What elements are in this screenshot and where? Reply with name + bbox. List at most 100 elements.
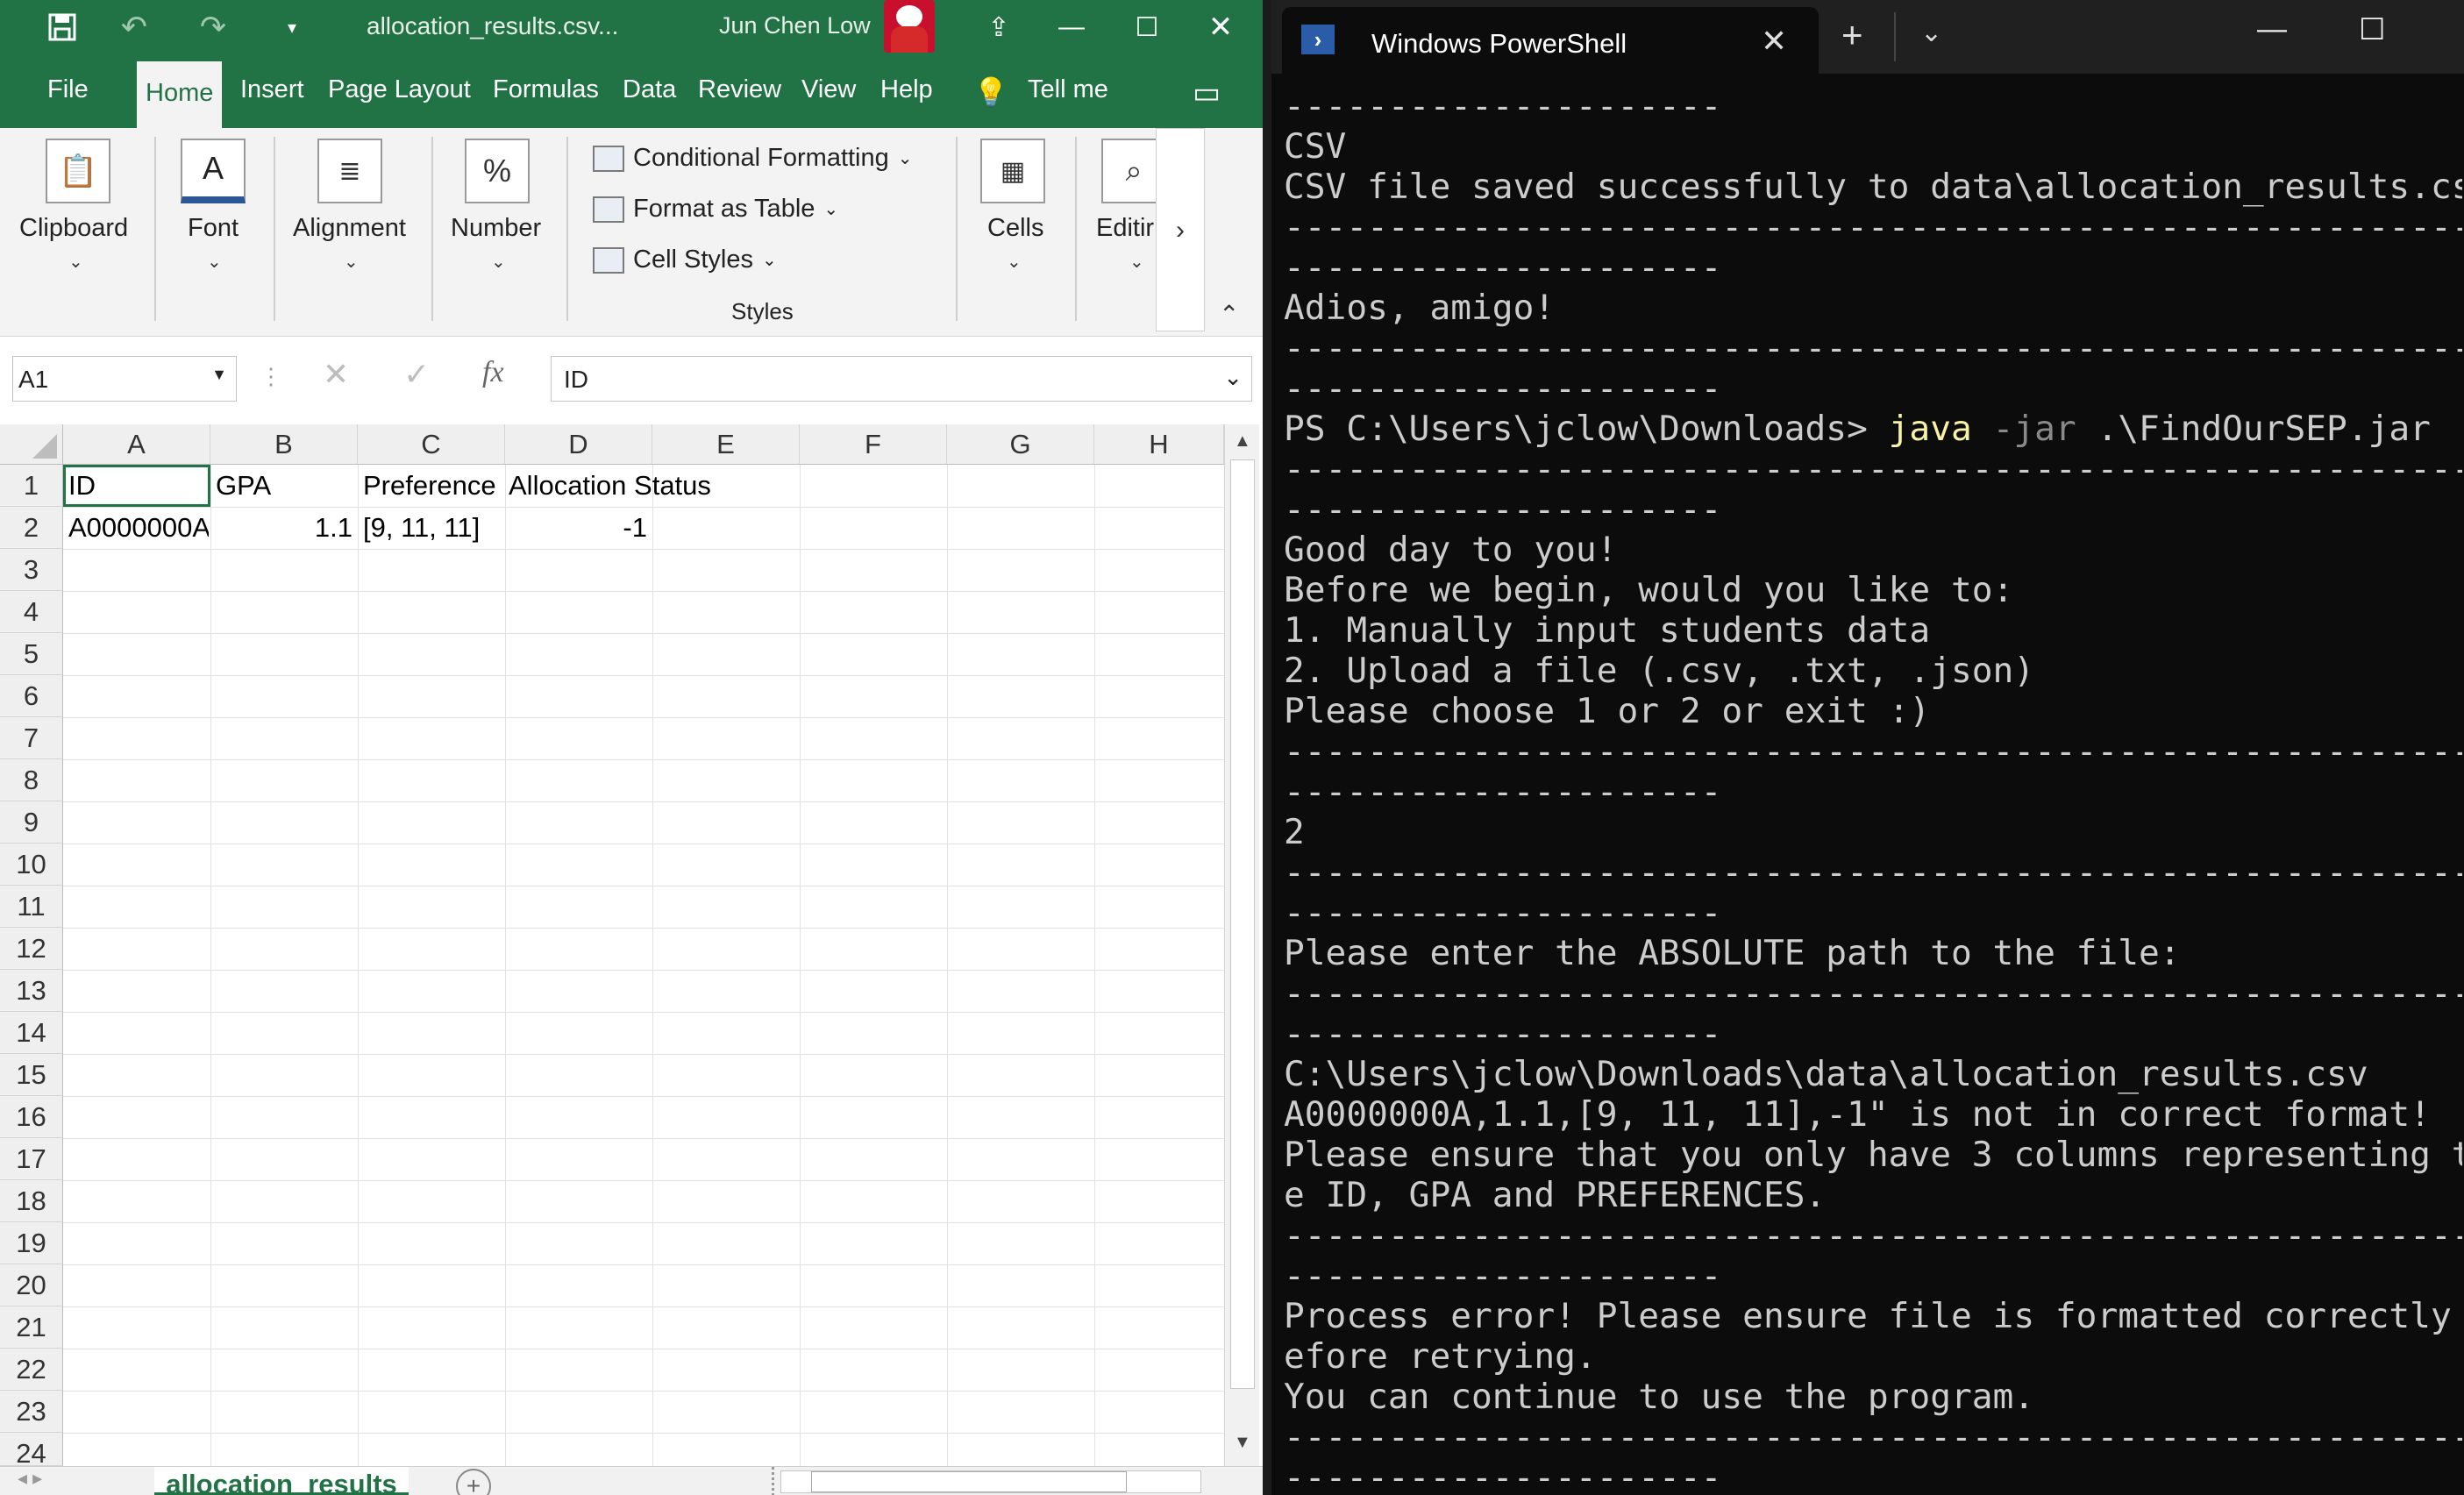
cell-c1[interactable]: Preference [363, 465, 510, 507]
ribbon-scroll-right-icon[interactable]: › [1156, 128, 1205, 331]
save-icon[interactable] [40, 5, 84, 49]
row-header[interactable]: 14 [0, 1012, 63, 1054]
cell-a1[interactable]: ID [68, 465, 209, 507]
window-divider[interactable] [1263, 0, 1271, 1495]
row-header[interactable]: 10 [0, 844, 63, 886]
minimize-icon[interactable]: — [2257, 12, 2287, 46]
fx-icon[interactable]: fx [482, 356, 504, 389]
cells-group[interactable]: ▦ Cells ⌄ [972, 128, 1059, 337]
comments-icon[interactable]: ▭ [1193, 75, 1221, 110]
terminal-output[interactable]: --------------------- CSV CSV file saved s… [1284, 86, 2462, 1495]
collapse-ribbon-icon[interactable]: ⌃ [1219, 300, 1239, 329]
row-header[interactable]: 12 [0, 928, 63, 970]
row-header[interactable]: 17 [0, 1138, 63, 1180]
scroll-down-icon[interactable]: ▼ [1234, 1433, 1251, 1453]
chevron-down-icon[interactable]: ⌄ [1920, 18, 1942, 48]
maximize-icon[interactable]: ☐ [2359, 12, 2385, 47]
new-tab-icon[interactable]: + [1841, 14, 1863, 56]
tab-home[interactable]: Home [137, 61, 223, 128]
customize-qat-icon[interactable]: ▾ [279, 5, 305, 49]
column-header-b[interactable]: B [210, 424, 358, 465]
tab-page-layout[interactable]: Page Layout [328, 75, 471, 104]
name-box[interactable]: A1 ▼ [12, 356, 237, 402]
row-header[interactable]: 11 [0, 886, 63, 928]
alignment-group[interactable]: ≣ Alignment ⌄ [289, 128, 421, 337]
cancel-icon[interactable]: ✕ [323, 356, 349, 393]
close-tab-icon[interactable]: ✕ [1761, 23, 1787, 60]
row-header[interactable]: 24 [0, 1433, 63, 1469]
maximize-icon[interactable]: ☐ [1112, 0, 1182, 54]
column-header-e[interactable]: E [652, 424, 800, 465]
row-header[interactable]: 3 [0, 549, 63, 591]
row-header[interactable]: 21 [0, 1306, 63, 1349]
tab-powershell[interactable]: › Windows PowerShell ✕ [1282, 7, 1819, 74]
column-header-c[interactable]: C [358, 424, 505, 465]
horizontal-scrollbar[interactable] [780, 1470, 1201, 1493]
row-header[interactable]: 1 [0, 465, 63, 507]
avatar[interactable] [884, 0, 935, 53]
cell-a2[interactable]: A0000000A [68, 507, 209, 549]
row-header[interactable]: 22 [0, 1349, 63, 1391]
row-header[interactable]: 13 [0, 970, 63, 1012]
number-group[interactable]: % Number ⌄ [447, 128, 561, 337]
tab-file[interactable]: File [47, 75, 89, 104]
row-header[interactable]: 2 [0, 507, 63, 549]
expand-formula-icon[interactable]: ⌄ [1223, 364, 1243, 391]
column-header-a[interactable]: A [63, 424, 210, 465]
conditional-formatting-button[interactable]: Conditional Formatting ⌄ [593, 144, 913, 173]
row-header[interactable]: 7 [0, 717, 63, 759]
chevron-down-icon[interactable]: ▼ [211, 366, 227, 384]
column-header-d[interactable]: D [505, 424, 652, 465]
redo-icon[interactable]: ↷ [182, 5, 244, 49]
sheet-prev-icon[interactable]: ◂ ▸ [18, 1467, 42, 1490]
enter-icon[interactable]: ✓ [403, 356, 430, 393]
tab-data[interactable]: Data [623, 75, 676, 104]
close-icon[interactable]: ✕ [1186, 0, 1256, 54]
cell-d1[interactable]: Allocation Status [509, 465, 798, 507]
row-header[interactable]: 15 [0, 1054, 63, 1096]
select-all-corner[interactable] [0, 424, 63, 465]
tab-help[interactable]: Help [880, 75, 933, 104]
user-name[interactable]: Jun Chen Low [719, 12, 871, 39]
row-header[interactable]: 23 [0, 1391, 63, 1433]
tab-tell-me[interactable]: Tell me [1028, 75, 1108, 104]
row-header[interactable]: 5 [0, 633, 63, 675]
cell-b1[interactable]: GPA [216, 465, 356, 507]
row-header[interactable]: 20 [0, 1264, 63, 1306]
scroll-thumb[interactable] [1230, 459, 1255, 1389]
undo-icon[interactable]: ↶ [103, 5, 165, 49]
row-header[interactable]: 9 [0, 801, 63, 844]
column-header-f[interactable]: F [800, 424, 947, 465]
row-header[interactable]: 16 [0, 1096, 63, 1138]
clipboard-group[interactable]: 📋 Clipboard ⌄ [18, 128, 140, 337]
tab-splitter[interactable] [772, 1467, 779, 1495]
scroll-up-icon[interactable]: ▲ [1234, 431, 1251, 452]
cell-b2[interactable]: 1.1 [216, 507, 353, 549]
minimize-icon[interactable]: — [1036, 0, 1107, 54]
vertical-scrollbar[interactable]: ▲ ▼ [1224, 424, 1259, 1468]
sheet-tab[interactable]: allocation_results [154, 1467, 409, 1495]
lightbulb-icon[interactable]: 💡 [973, 75, 1008, 109]
row-header[interactable]: 8 [0, 759, 63, 801]
column-header-h[interactable]: H [1094, 424, 1224, 465]
tab-view[interactable]: View [801, 75, 856, 104]
row-header[interactable]: 19 [0, 1222, 63, 1264]
row-header[interactable]: 6 [0, 675, 63, 717]
editing-group[interactable]: ⌕ Editir ⌄ [1093, 128, 1159, 337]
add-sheet-icon[interactable]: + [456, 1469, 491, 1495]
tab-insert[interactable]: Insert [240, 75, 304, 104]
tab-formulas[interactable]: Formulas [493, 75, 599, 104]
formula-input[interactable]: ID ⌄ [551, 356, 1252, 402]
tab-review[interactable]: Review [698, 75, 781, 104]
command-java: java [1888, 409, 1972, 449]
horizontal-scroll-thumb[interactable] [811, 1471, 1127, 1492]
cell-d2[interactable]: -1 [509, 507, 647, 549]
row-header[interactable]: 18 [0, 1180, 63, 1222]
column-header-g[interactable]: G [947, 424, 1094, 465]
cell-c2[interactable]: [9, 11, 11] [363, 507, 503, 549]
format-as-table-button[interactable]: Format as Table ⌄ [593, 195, 838, 224]
font-group[interactable]: A Font ⌄ [172, 128, 260, 337]
cell-styles-button[interactable]: Cell Styles ⌄ [593, 246, 777, 274]
ribbon-display-icon[interactable]: ⇪ [977, 5, 1021, 49]
row-header[interactable]: 4 [0, 591, 63, 633]
